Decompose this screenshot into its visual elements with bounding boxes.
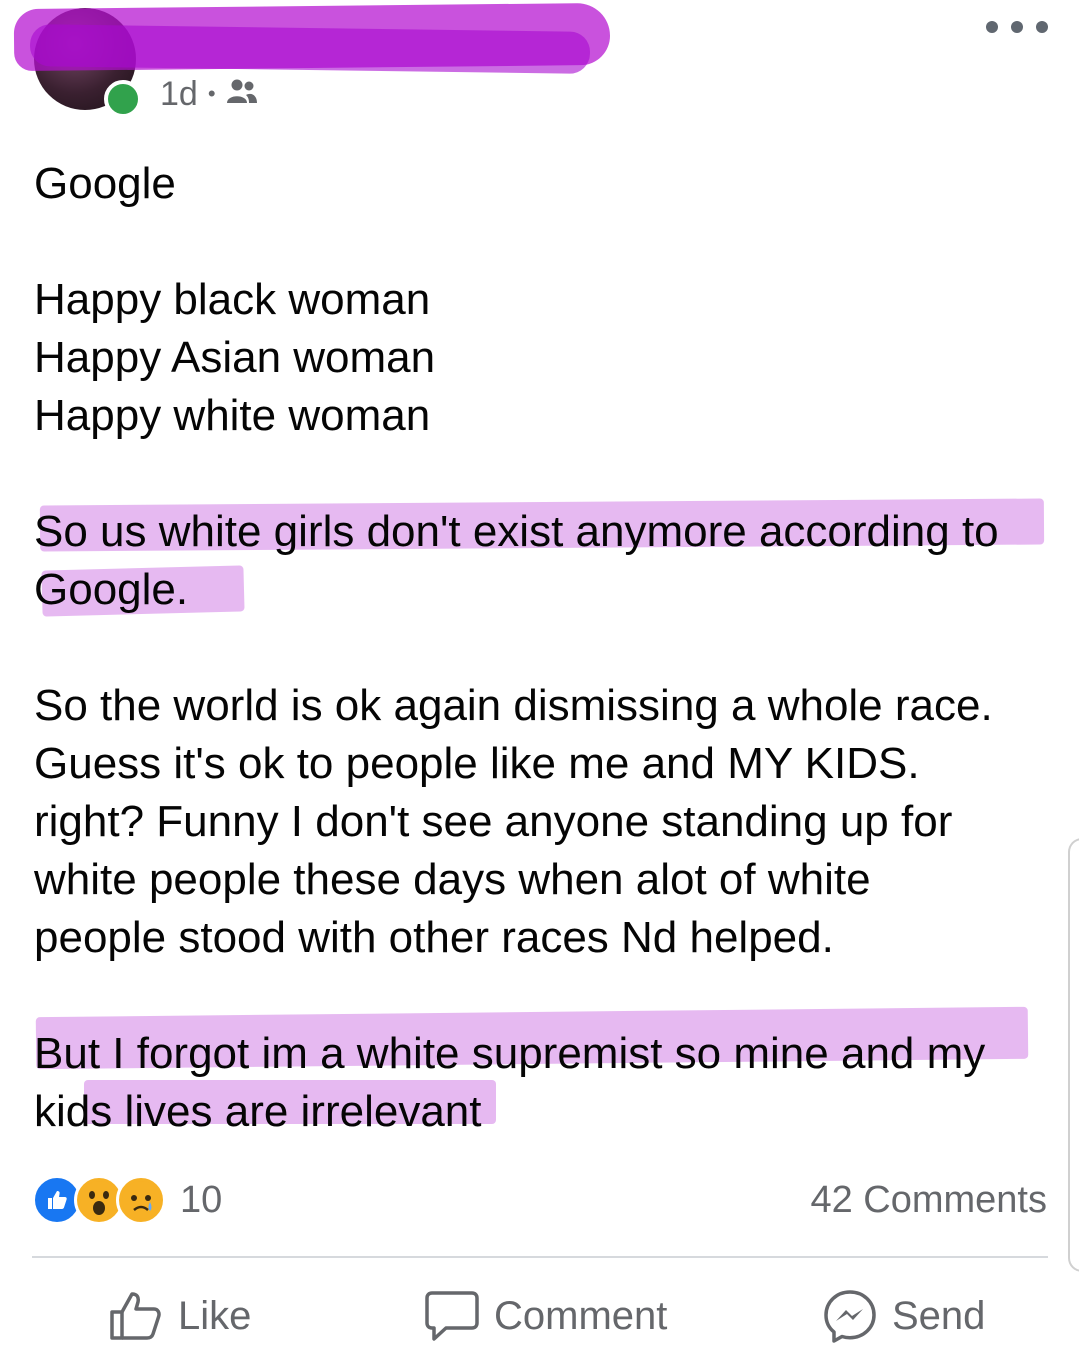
comments-count[interactable]: 42 Comments [810, 1176, 1047, 1224]
scrollbar[interactable] [1068, 838, 1079, 1272]
comment-bubble-icon [424, 1289, 480, 1343]
reaction-count: 10 [180, 1178, 223, 1221]
more-options-icon[interactable] [986, 12, 1048, 42]
meta-separator: • [207, 81, 216, 106]
post-text-line: Happy black woman [34, 275, 431, 324]
thumbs-up-icon [108, 1290, 164, 1342]
like-button[interactable]: Like [108, 1284, 251, 1348]
post-text-line: Happy Asian woman [34, 333, 436, 382]
comment-button[interactable]: Comment [424, 1284, 667, 1348]
post-text-line: white people these days when alot of whi… [34, 855, 871, 904]
send-label: Send [892, 1293, 986, 1338]
online-status-indicator [104, 80, 142, 118]
sad-reaction-icon [116, 1175, 166, 1225]
divider [32, 1256, 1048, 1258]
post-text-line: Guess it's ok to people like me and MY K… [34, 739, 920, 788]
post-text-line: So us white girls don't exist anymore ac… [34, 507, 999, 556]
post-text-line: right? Funny I don't see anyone standing… [34, 797, 953, 846]
like-label: Like [178, 1293, 252, 1338]
post-text-line: people stood with other races Nd helped. [34, 913, 834, 962]
post-text-line: So the world is ok again dismissing a wh… [34, 681, 993, 730]
post-text-line: Happy white woman [34, 391, 431, 440]
messenger-icon [822, 1288, 878, 1344]
post-text-line: Google. [34, 565, 189, 614]
post-meta: 1d • [160, 72, 258, 116]
comment-label: Comment [494, 1293, 668, 1338]
redacted-author-name-stroke [29, 24, 591, 74]
send-button[interactable]: Send [822, 1284, 985, 1348]
post-timestamp[interactable]: 1d [160, 75, 198, 114]
post-text-line: But I forgot im a white supremist so min… [34, 1029, 986, 1078]
post-text-line: kids lives are irrelevant [34, 1087, 482, 1136]
friends-icon [226, 75, 258, 114]
post-text-line: Google [34, 159, 176, 208]
reactions-summary[interactable]: 10 [32, 1175, 223, 1225]
